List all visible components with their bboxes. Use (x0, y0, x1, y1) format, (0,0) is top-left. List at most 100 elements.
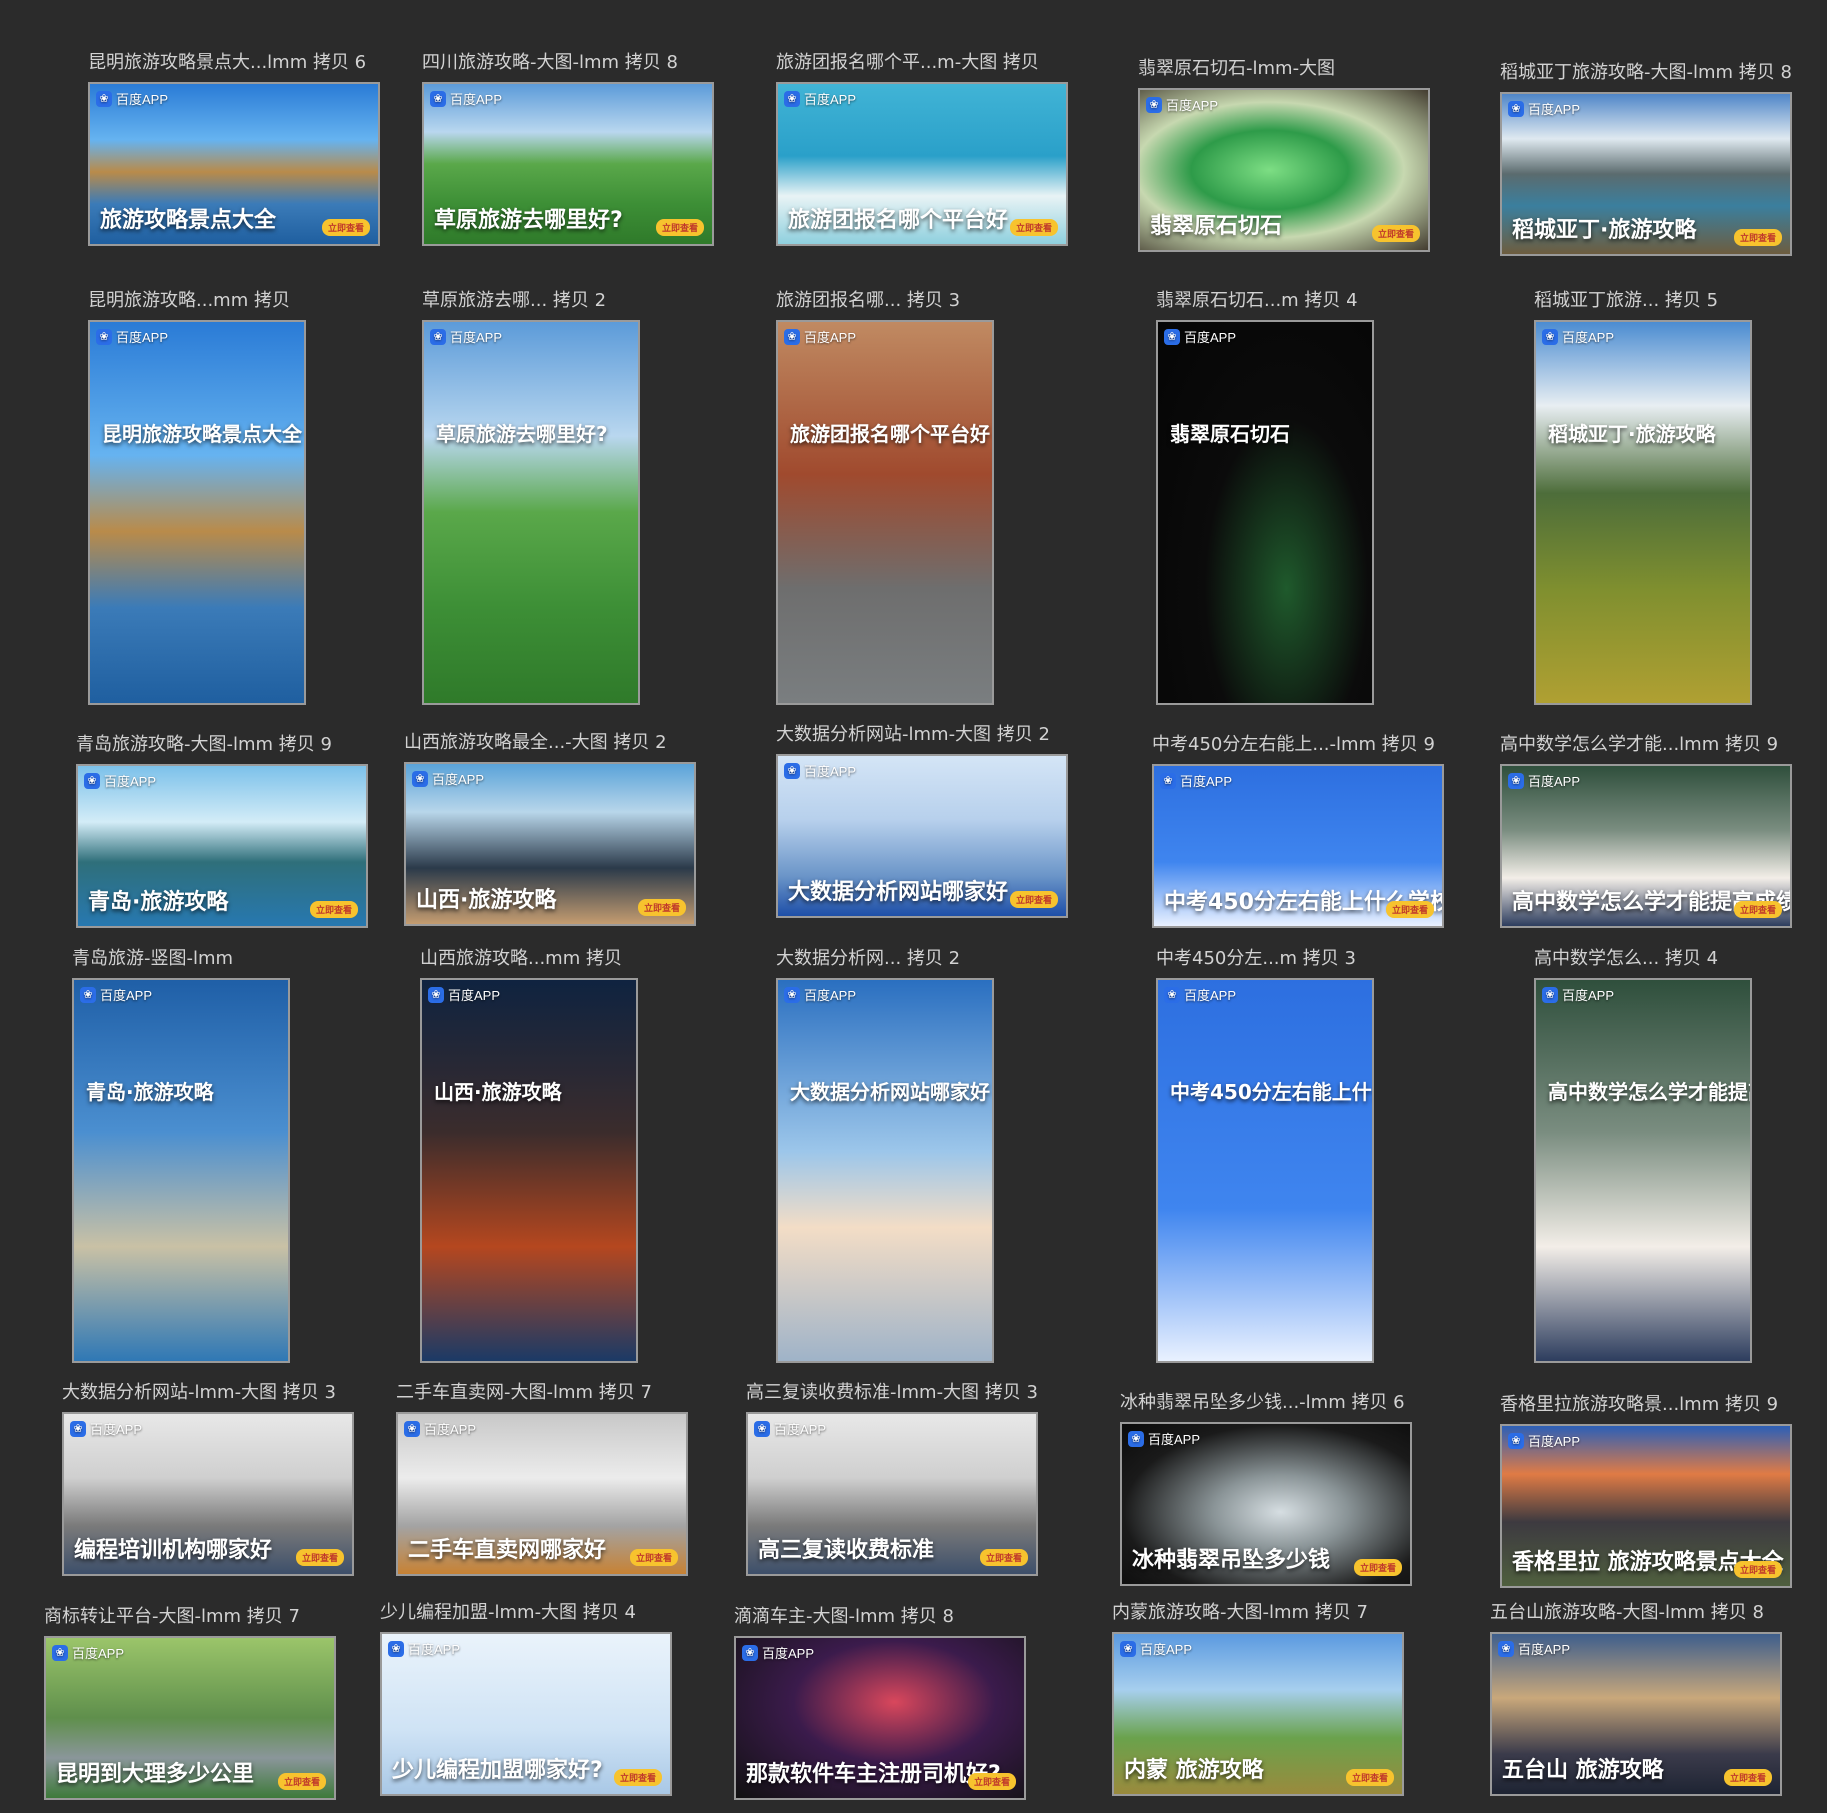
ad-headline: 昆明到大理多少公里 (56, 1762, 255, 1787)
asset-thumbnail[interactable]: ❀ 百度APP 旅游攻略景点大全 立即查看 (88, 82, 380, 246)
asset-filename: 四川旅游攻略-大图-lmm 拷贝 8 (422, 52, 678, 73)
baidu-app-badge: ❀ 百度APP (428, 985, 500, 1004)
asset-thumbnail[interactable]: ❀ 百度APP 香格里拉 旅游攻略景点大全 立即查看 (1500, 1424, 1792, 1588)
paw-icon: ❀ (96, 90, 112, 107)
asset-filename: 旅游团报名哪个平...m-大图 拷贝 (776, 52, 1039, 73)
asset-filename: 高中数学怎么... 拷贝 4 (1534, 948, 1719, 969)
asset-thumbnail[interactable]: ❀ 百度APP 高三复读收费标准 立即查看 (746, 1412, 1038, 1576)
ad-headline: 稻城亚丁·旅游攻略 (1512, 218, 1697, 243)
asset-thumbnail[interactable]: ❀ 百度APP 稻城亚丁·旅游攻略 立即查看 (1500, 92, 1792, 256)
badge-text: 百度APP (804, 92, 857, 107)
cta-badge: 立即查看 (1733, 1561, 1782, 1578)
baidu-app-badge: ❀ 百度APP (1542, 327, 1614, 346)
ad-headline: 翡翠原石切石 (1150, 214, 1283, 239)
asset-filename: 山西旅游攻略最全...-大图 拷贝 2 (404, 732, 667, 753)
cta-badge: 立即查看 (637, 899, 686, 916)
paw-icon: ❀ (84, 772, 100, 789)
asset-thumbnail[interactable]: ❀ 百度APP 青岛·旅游攻略 立即查看 (76, 764, 368, 928)
paw-icon: ❀ (742, 1644, 758, 1661)
asset-thumbnail[interactable]: ❀ 百度APP 中考450分左右能上什么学校 立即查看 (1152, 764, 1444, 928)
asset-thumbnail[interactable]: ❀ 百度APP 高中数学怎么学才能提高成绩 立即查看 (1500, 764, 1792, 928)
asset-thumbnail[interactable]: ❀ 百度APP 旅游团报名哪个平台好 立即查看 (776, 82, 1068, 246)
badge-text: 百度APP (774, 1422, 827, 1437)
paw-icon: ❀ (52, 1644, 68, 1661)
asset-thumbnail[interactable]: ❀ 百度APP 编程培训机构哪家好 立即查看 (62, 1412, 354, 1576)
asset-thumbnail[interactable]: ❀ 百度APP 冰种翡翠吊坠多少钱 立即查看 (1120, 1422, 1412, 1586)
baidu-app-badge: ❀ 百度APP (404, 1419, 476, 1438)
asset-thumbnail[interactable]: ❀ 百度APP 高中数学怎么学才能提高成绩 (1534, 978, 1752, 1363)
asset-filename: 昆明旅游攻略景点大...lmm 拷贝 6 (88, 52, 367, 73)
paw-icon: ❀ (1508, 1432, 1524, 1449)
paw-icon: ❀ (1164, 986, 1180, 1003)
ad-headline: 中考450分左右能上什么学校 (1170, 1080, 1372, 1104)
ad-headline: 冰种翡翠吊坠多少钱 (1132, 1548, 1331, 1573)
asset-thumbnail[interactable]: ❀ 百度APP 翡翠原石切石 立即查看 (1138, 88, 1430, 252)
baidu-app-badge: ❀ 百度APP (430, 89, 502, 108)
cta-badge: 立即查看 (979, 1549, 1028, 1566)
baidu-app-badge: ❀ 百度APP (1120, 1639, 1192, 1658)
paw-icon: ❀ (1164, 328, 1180, 345)
asset-thumbnail[interactable]: ❀ 百度APP 五台山 旅游攻略 立即查看 (1490, 1632, 1782, 1796)
paw-icon: ❀ (1498, 1640, 1514, 1657)
badge-text: 百度APP (408, 1642, 461, 1657)
asset-thumbnail[interactable]: ❀ 百度APP 大数据分析网站哪家好 (776, 978, 994, 1363)
asset-thumbnail[interactable]: ❀ 百度APP 青岛·旅游攻略 (72, 978, 290, 1363)
baidu-app-badge: ❀ 百度APP (412, 769, 484, 788)
asset-thumbnail[interactable]: ❀ 百度APP 山西·旅游攻略 立即查看 (404, 762, 696, 926)
baidu-app-badge: ❀ 百度APP (1160, 771, 1232, 790)
cta-badge: 立即查看 (1009, 891, 1058, 908)
asset-thumbnail[interactable]: ❀ 百度APP 二手车直卖网哪家好 立即查看 (396, 1412, 688, 1576)
asset-filename: 高三复读收费标准-lmm-大图 拷贝 3 (746, 1382, 1038, 1403)
ad-headline: 大数据分析网站哪家好 (788, 880, 1009, 905)
asset-filename: 青岛旅游攻略-大图-lmm 拷贝 9 (76, 734, 332, 755)
asset-filename: 高中数学怎么学才能...lmm 拷贝 9 (1500, 734, 1779, 755)
asset-thumbnail[interactable]: ❀ 百度APP 昆明旅游攻略景点大全 (88, 320, 306, 705)
paw-icon: ❀ (388, 1640, 404, 1657)
badge-text: 百度APP (1180, 774, 1233, 789)
baidu-app-badge: ❀ 百度APP (84, 771, 156, 790)
ad-headline: 内蒙 旅游攻略 (1124, 1758, 1264, 1783)
baidu-app-badge: ❀ 百度APP (1164, 327, 1236, 346)
ad-headline: 山西·旅游攻略 (434, 1080, 562, 1104)
asset-filename: 滴滴车主-大图-lmm 拷贝 8 (734, 1606, 954, 1627)
asset-thumbnail[interactable]: ❀ 百度APP 少儿编程加盟哪家好? 立即查看 (380, 1632, 672, 1796)
badge-text: 百度APP (90, 1422, 143, 1437)
baidu-app-badge: ❀ 百度APP (784, 985, 856, 1004)
paw-icon: ❀ (784, 986, 800, 1003)
baidu-app-badge: ❀ 百度APP (1508, 1431, 1580, 1450)
asset-thumbnail[interactable]: ❀ 百度APP 内蒙 旅游攻略 立即查看 (1112, 1632, 1404, 1796)
asset-filename: 青岛旅游-竖图-lmm (72, 948, 234, 969)
cta-badge: 立即查看 (1345, 1769, 1394, 1786)
badge-text: 百度APP (1184, 988, 1237, 1003)
paw-icon: ❀ (1160, 772, 1176, 789)
paw-icon: ❀ (1542, 986, 1558, 1003)
baidu-app-badge: ❀ 百度APP (1508, 771, 1580, 790)
paw-icon: ❀ (1120, 1640, 1136, 1657)
baidu-app-badge: ❀ 百度APP (96, 327, 168, 346)
badge-text: 百度APP (762, 1646, 815, 1661)
ad-headline: 编程培训机构哪家好 (74, 1538, 273, 1563)
asset-thumbnail[interactable]: ❀ 百度APP 旅游团报名哪个平台好 (776, 320, 994, 705)
paw-icon: ❀ (1508, 772, 1524, 789)
baidu-app-badge: ❀ 百度APP (784, 327, 856, 346)
asset-thumbnail[interactable]: ❀ 百度APP 中考450分左右能上什么学校 (1156, 978, 1374, 1363)
asset-filename: 二手车直卖网-大图-lmm 拷贝 7 (396, 1382, 652, 1403)
baidu-app-badge: ❀ 百度APP (70, 1419, 142, 1438)
paw-icon: ❀ (784, 328, 800, 345)
asset-thumbnail[interactable]: ❀ 百度APP 翡翠原石切石 (1156, 320, 1374, 705)
asset-filename: 香格里拉旅游攻略景...lmm 拷贝 9 (1500, 1394, 1779, 1415)
badge-text: 百度APP (1166, 98, 1219, 113)
baidu-app-badge: ❀ 百度APP (784, 89, 856, 108)
baidu-app-badge: ❀ 百度APP (1542, 985, 1614, 1004)
baidu-app-badge: ❀ 百度APP (754, 1419, 826, 1438)
asset-thumbnail[interactable]: ❀ 百度APP 草原旅游去哪里好? (422, 320, 640, 705)
asset-thumbnail[interactable]: ❀ 百度APP 大数据分析网站哪家好 立即查看 (776, 754, 1068, 918)
asset-thumbnail[interactable]: ❀ 百度APP 稻城亚丁·旅游攻略 (1534, 320, 1752, 705)
badge-text: 百度APP (1518, 1642, 1571, 1657)
asset-thumbnail[interactable]: ❀ 百度APP 草原旅游去哪里好? 立即查看 (422, 82, 714, 246)
asset-thumbnail[interactable]: ❀ 百度APP 那款软件车主注册司机好? 立即查看 (734, 1636, 1026, 1800)
asset-thumbnail[interactable]: ❀ 百度APP 山西·旅游攻略 (420, 978, 638, 1363)
paw-icon: ❀ (784, 90, 800, 107)
asset-thumbnail[interactable]: ❀ 百度APP 昆明到大理多少公里 立即查看 (44, 1636, 336, 1800)
asset-filename: 大数据分析网... 拷贝 2 (776, 948, 961, 969)
